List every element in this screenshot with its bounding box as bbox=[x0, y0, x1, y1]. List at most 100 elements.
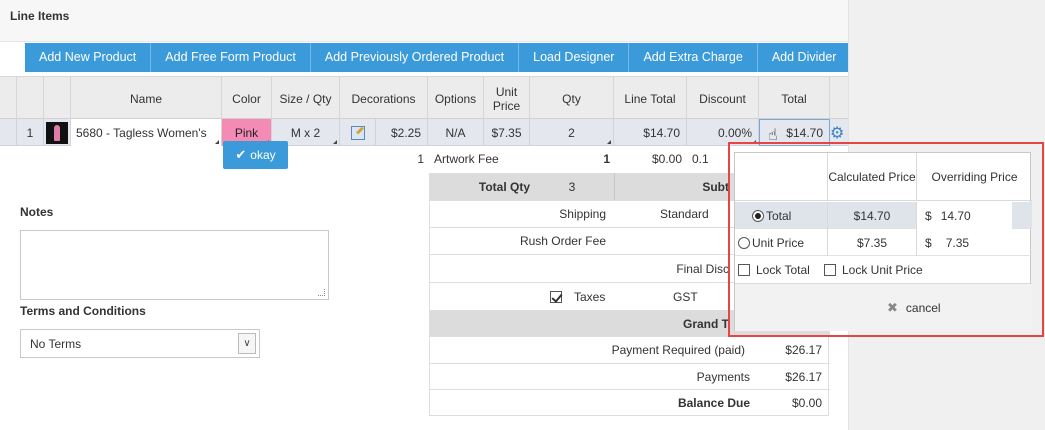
add-free-form-product-button[interactable]: Add Free Form Product bbox=[151, 43, 311, 72]
rush-fee-label: Rush Order Fee bbox=[519, 234, 606, 248]
options-value: N/A bbox=[428, 119, 484, 146]
row2-line-total: $0.00 bbox=[651, 152, 682, 166]
lock-total-checkbox[interactable] bbox=[738, 263, 750, 276]
notes-textarea[interactable] bbox=[20, 230, 329, 300]
header-drag bbox=[0, 77, 17, 120]
edit-decoration-icon[interactable] bbox=[350, 125, 365, 140]
balance-due-label: Balance Due bbox=[677, 396, 750, 410]
line-item-row: 1 5680 - Tagless Women's Pink M x 2 $2.2… bbox=[0, 119, 848, 146]
unit-price-override-input[interactable]: $ 7.35 bbox=[916, 229, 1012, 256]
unit-price-override-value[interactable]: 7.35 bbox=[946, 236, 969, 250]
row2-discount: 0.1 bbox=[692, 152, 709, 166]
payment-required-value: $26.17 bbox=[785, 343, 822, 357]
taxes-label: Taxes bbox=[574, 289, 606, 304]
shipping-label: Shipping bbox=[559, 207, 606, 221]
unit-price-radio-label: Unit Price bbox=[752, 235, 805, 250]
okay-button[interactable]: ✔ okay bbox=[223, 141, 288, 169]
page: Line Items Add New Product Add Free Form… bbox=[0, 0, 851, 430]
row2-qty[interactable]: 1 bbox=[530, 147, 610, 171]
header-size-qty: Size / Qty bbox=[272, 77, 340, 120]
payment-required-row: Payment Required (paid) $26.17 bbox=[430, 337, 830, 364]
add-previously-ordered-product-button[interactable]: Add Previously Ordered Product bbox=[311, 43, 520, 72]
unit-price-value: $7.35 bbox=[484, 119, 530, 146]
artwork-fee-name: Artwork Fee bbox=[434, 152, 499, 166]
total-qty-value: 3 bbox=[568, 179, 576, 194]
notes-label: Notes bbox=[20, 205, 54, 219]
add-divider-button[interactable]: Add Divider bbox=[758, 43, 851, 72]
qty-field[interactable]: 2 bbox=[530, 119, 614, 146]
unit-price-calculated-price: $7.35 bbox=[827, 229, 916, 256]
header-qty: Qty bbox=[530, 77, 614, 120]
total-radio-label: Total bbox=[766, 208, 792, 223]
okay-label: okay bbox=[250, 148, 276, 162]
line-items-toolbar: Add New Product Add Free Form Product Ad… bbox=[25, 43, 851, 72]
subtotal-label: Subt bbox=[614, 173, 729, 200]
popup-lock-row: Lock Total Lock Unit Price bbox=[735, 256, 1032, 283]
total-override-input[interactable]: $ 14.70 bbox=[916, 202, 1012, 229]
terms-selected-value: No Terms bbox=[30, 337, 82, 351]
balance-due-value: $0.00 bbox=[791, 396, 822, 410]
chevron-down-icon[interactable]: ∨ bbox=[238, 333, 256, 354]
payments-value: $26.17 bbox=[785, 369, 822, 384]
lock-unit-price-checkbox[interactable] bbox=[824, 263, 836, 276]
unit-price-override-currency: $ bbox=[925, 235, 932, 250]
lock-total-label: Lock Total bbox=[756, 262, 810, 277]
taxes-checkbox[interactable] bbox=[550, 290, 562, 303]
popup-row-total: Total $14.70 $ 14.70 bbox=[735, 202, 1032, 229]
total-radio[interactable] bbox=[752, 209, 764, 222]
row-index: 1 bbox=[17, 119, 44, 146]
product-thumbnail bbox=[44, 119, 71, 146]
total-override-currency: $ bbox=[925, 208, 932, 223]
payments-row: Payments $26.17 bbox=[430, 364, 830, 390]
lock-unit-price-label: Lock Unit Price bbox=[842, 262, 923, 277]
header-line-total: Line Total bbox=[614, 77, 687, 120]
popup-row-unit-price: Unit Price $7.35 $ 7.35 bbox=[735, 229, 1032, 256]
header-name: Name bbox=[71, 77, 222, 120]
terms-label: Terms and Conditions bbox=[20, 304, 146, 318]
close-icon: ✖ bbox=[887, 300, 898, 315]
total-calculated-price: $14.70 bbox=[827, 202, 916, 229]
header-index bbox=[17, 77, 44, 120]
header-thumb bbox=[44, 77, 71, 120]
calculated-price-header: Calculated Price bbox=[827, 153, 916, 201]
header-decorations: Decorations bbox=[340, 77, 428, 120]
unit-price-radio[interactable] bbox=[738, 236, 750, 249]
grand-total-label: Grand T bbox=[682, 316, 729, 331]
payment-required-label: Payment Required (paid) bbox=[611, 343, 745, 357]
terms-select[interactable]: No Terms ∨ bbox=[20, 329, 260, 358]
cancel-label: cancel bbox=[905, 301, 941, 315]
total-qty-label: Total Qty bbox=[478, 179, 530, 194]
row2-index: 1 bbox=[417, 152, 424, 166]
total-radio-wrap[interactable]: Total bbox=[752, 202, 791, 229]
decorations-edit[interactable] bbox=[340, 119, 376, 146]
balance-row: Balance Due $0.00 bbox=[430, 390, 830, 416]
lock-total-wrap[interactable]: Lock Total bbox=[738, 256, 810, 283]
popup-footer: ✖ cancel bbox=[735, 283, 1032, 331]
header-unit-price: Unit Price bbox=[484, 77, 530, 120]
product-name-field[interactable]: 5680 - Tagless Women's bbox=[71, 119, 222, 146]
cancel-button[interactable]: ✖ cancel bbox=[887, 300, 941, 316]
line-total-value: $14.70 bbox=[614, 119, 687, 146]
gear-icon[interactable]: ⚙ bbox=[830, 123, 844, 143]
unit-price-radio-wrap[interactable]: Unit Price bbox=[738, 229, 804, 256]
line-items-header: Name Color Size / Qty Decorations Option… bbox=[0, 76, 848, 120]
top-band bbox=[0, 0, 848, 42]
taxes-checkbox-wrap[interactable]: Taxes bbox=[550, 283, 605, 310]
price-override-popup: Calculated Price Overriding Price Total … bbox=[734, 152, 1032, 331]
total-override-value[interactable]: 14.70 bbox=[941, 209, 971, 223]
load-designer-button[interactable]: Load Designer bbox=[519, 43, 630, 72]
final-discount-label: Final Disc bbox=[676, 261, 729, 276]
header-total: Total bbox=[759, 77, 830, 120]
decorations-price: $2.25 bbox=[376, 119, 428, 146]
shipping-method[interactable]: Standard bbox=[660, 201, 709, 227]
row-drag-handle[interactable] bbox=[0, 119, 17, 146]
popup-header: Calculated Price Overriding Price bbox=[735, 153, 1032, 201]
header-options: Options bbox=[428, 77, 484, 120]
shirt-icon bbox=[46, 121, 68, 144]
lock-unit-price-wrap[interactable]: Lock Unit Price bbox=[824, 256, 923, 283]
add-new-product-button[interactable]: Add New Product bbox=[25, 43, 152, 72]
checkmark-icon: ✔ bbox=[235, 147, 247, 162]
add-extra-charge-button[interactable]: Add Extra Charge bbox=[629, 43, 758, 72]
header-discount: Discount bbox=[687, 77, 759, 120]
overriding-price-header: Overriding Price bbox=[916, 153, 1032, 201]
